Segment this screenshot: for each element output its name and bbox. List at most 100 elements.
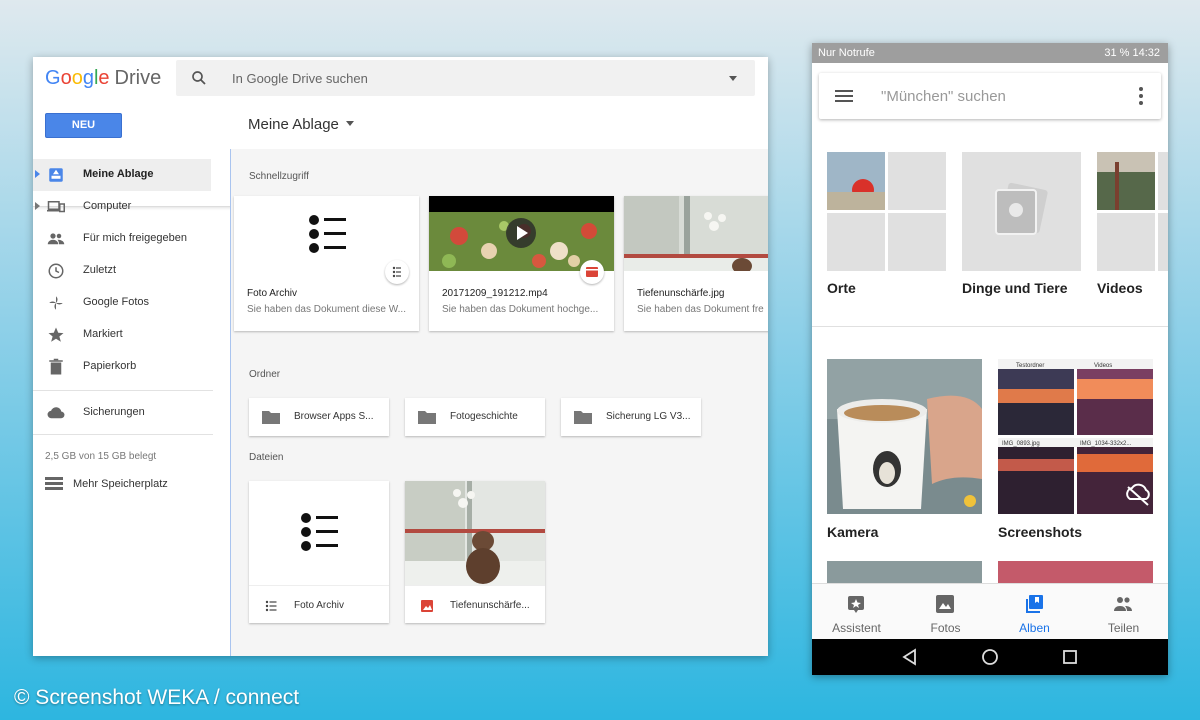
things-placeholder-icon bbox=[962, 152, 1081, 271]
sidebar-item-label: Computer bbox=[83, 200, 132, 212]
photo-thumbnail bbox=[405, 481, 545, 585]
sidebar-item-shared[interactable]: Für mich freigegeben bbox=[33, 223, 211, 255]
expand-arrow-icon[interactable] bbox=[35, 170, 40, 178]
expand-arrow-icon[interactable] bbox=[35, 202, 40, 210]
folder-icon bbox=[574, 411, 592, 424]
photos-search-input[interactable] bbox=[881, 85, 1111, 107]
storage-usage-text: 2,5 GB von 15 GB belegt bbox=[45, 451, 157, 462]
file-card-footer: Foto Archiv bbox=[249, 585, 389, 623]
tab-teilen[interactable]: Teilen bbox=[1079, 584, 1168, 640]
chevron-down-icon bbox=[345, 121, 354, 126]
folders-heading: Ordner bbox=[249, 369, 281, 380]
bottom-navigation: Assistent Fotos Alben Teilen bbox=[812, 583, 1168, 639]
drive-icon bbox=[49, 168, 63, 182]
recents-icon[interactable] bbox=[1060, 647, 1080, 667]
google-drive-logo[interactable]: Google Drive bbox=[45, 67, 161, 90]
tab-fotos[interactable]: Fotos bbox=[901, 584, 990, 640]
videos-collage bbox=[1097, 152, 1168, 271]
computer-icon bbox=[47, 201, 65, 213]
sidebar-item-label: Sicherungen bbox=[83, 406, 145, 418]
system-navigation-bar bbox=[812, 639, 1168, 675]
back-icon[interactable] bbox=[900, 647, 920, 667]
more-storage-label: Mehr Speicherplatz bbox=[73, 478, 168, 490]
section-divider bbox=[812, 326, 1168, 327]
search-options-dropdown-icon[interactable] bbox=[729, 76, 737, 81]
logo-drive-text: Drive bbox=[114, 67, 162, 89]
search-bar[interactable] bbox=[176, 60, 755, 96]
file-card[interactable]: Tiefenunschärfe... bbox=[405, 481, 545, 623]
sidebar-item-backups[interactable]: Sicherungen bbox=[33, 397, 211, 429]
folder-item[interactable]: Browser Apps S... bbox=[249, 398, 389, 436]
sidebar-item-trash[interactable]: Papierkorb bbox=[33, 351, 211, 383]
quick-access-card[interactable]: Foto Archiv Sie haben das Dokument diese… bbox=[234, 196, 419, 331]
screenshot-label: IMG_0893.jpg bbox=[1002, 441, 1040, 447]
folder-item[interactable]: Fotogeschichte bbox=[405, 398, 545, 436]
sidebar-item-label: Markiert bbox=[83, 328, 123, 340]
status-bar: Nur Notrufe 31 % 14:32 bbox=[812, 43, 1168, 63]
screenshots-album-cover: Testordner Videos IMG_0893.jpg IMG_1034-… bbox=[998, 359, 1153, 514]
sidebar-divider bbox=[33, 390, 213, 391]
album-caption: Videos bbox=[1097, 280, 1143, 296]
card-subtitle: Sie haben das Dokument fre bbox=[637, 304, 764, 315]
screenshot-label: Testordner bbox=[1016, 363, 1044, 369]
more-storage-link[interactable]: Mehr Speicherplatz bbox=[33, 469, 213, 499]
file-card[interactable]: Foto Archiv bbox=[249, 481, 389, 623]
album-caption: Kamera bbox=[827, 524, 879, 540]
quick-access-card[interactable]: 20171209_191212.mp4 Sie haben das Dokume… bbox=[429, 196, 614, 331]
tab-label: Fotos bbox=[930, 621, 961, 635]
album-cover-partial bbox=[998, 561, 1153, 583]
tab-alben[interactable]: Alben bbox=[990, 584, 1079, 640]
sidebar-item-label: Zuletzt bbox=[83, 264, 117, 276]
album-caption: Orte bbox=[827, 280, 856, 296]
more-vert-icon[interactable] bbox=[1139, 87, 1143, 105]
folder-item[interactable]: Sicherung LG V3... bbox=[561, 398, 701, 436]
camera-album-cover bbox=[827, 359, 982, 514]
pinwheel-icon bbox=[49, 296, 63, 310]
breadcrumb[interactable]: Meine Ablage bbox=[248, 116, 354, 133]
photo-icon bbox=[936, 595, 954, 613]
card-title: Foto Archiv bbox=[247, 288, 298, 299]
screenshot-label: IMG_1034-332x2... bbox=[1080, 441, 1132, 447]
card-title: 20171209_191212.mp4 bbox=[442, 288, 548, 299]
star-icon bbox=[48, 327, 64, 342]
document-list-icon bbox=[301, 513, 338, 551]
status-right: 31 % 14:32 bbox=[1104, 47, 1160, 59]
trash-icon bbox=[49, 358, 63, 375]
folder-label: Sicherung LG V3... bbox=[606, 411, 691, 422]
quick-access-heading: Schnellzugriff bbox=[249, 171, 309, 182]
new-button[interactable]: NEU bbox=[45, 113, 122, 138]
hamburger-menu-icon[interactable] bbox=[835, 90, 853, 102]
search-icon[interactable] bbox=[190, 69, 208, 87]
file-label: Foto Archiv bbox=[294, 600, 345, 611]
assistant-icon bbox=[848, 596, 864, 613]
sidebar-item-google-photos[interactable]: Google Fotos bbox=[33, 287, 211, 319]
places-collage bbox=[827, 152, 946, 271]
tab-label: Assistent bbox=[832, 621, 881, 635]
people-icon bbox=[47, 233, 65, 245]
sidebar-item-label: Meine Ablage bbox=[83, 168, 154, 180]
drive-window: GoogleDrive NEU Meine Ablage Meine Ablag… bbox=[33, 57, 768, 656]
main-content: Schnellzugriff Foto Archiv Sie haben das… bbox=[231, 149, 768, 656]
quick-access-card[interactable]: Tiefenunschärfe.jpg Sie haben das Dokume… bbox=[624, 196, 768, 331]
photos-search-bar[interactable] bbox=[819, 73, 1161, 119]
screenshot-label: Videos bbox=[1094, 363, 1112, 369]
sidebar-divider bbox=[33, 434, 213, 435]
files-heading: Dateien bbox=[249, 452, 284, 463]
folder-icon bbox=[262, 411, 280, 424]
tab-assistent[interactable]: Assistent bbox=[812, 584, 901, 640]
image-type-icon bbox=[421, 600, 433, 612]
storage-list-icon bbox=[45, 477, 63, 490]
sidebar-item-recent[interactable]: Zuletzt bbox=[33, 255, 211, 287]
people-icon bbox=[1114, 597, 1132, 611]
tab-label: Alben bbox=[1019, 621, 1050, 635]
sidebar-item-computer[interactable]: Computer bbox=[33, 191, 211, 223]
search-input[interactable] bbox=[232, 66, 682, 90]
file-label: Tiefenunschärfe... bbox=[450, 600, 530, 611]
albums-icon bbox=[1026, 595, 1043, 613]
sidebar-item-label: Für mich freigegeben bbox=[83, 232, 187, 244]
file-card-footer: Tiefenunschärfe... bbox=[405, 585, 545, 623]
sidebar-item-meine-ablage[interactable]: Meine Ablage bbox=[33, 159, 211, 191]
sidebar: Meine Ablage Computer Für mich freigegeb… bbox=[33, 149, 230, 656]
home-icon[interactable] bbox=[980, 647, 1000, 667]
sidebar-item-starred[interactable]: Markiert bbox=[33, 319, 211, 351]
